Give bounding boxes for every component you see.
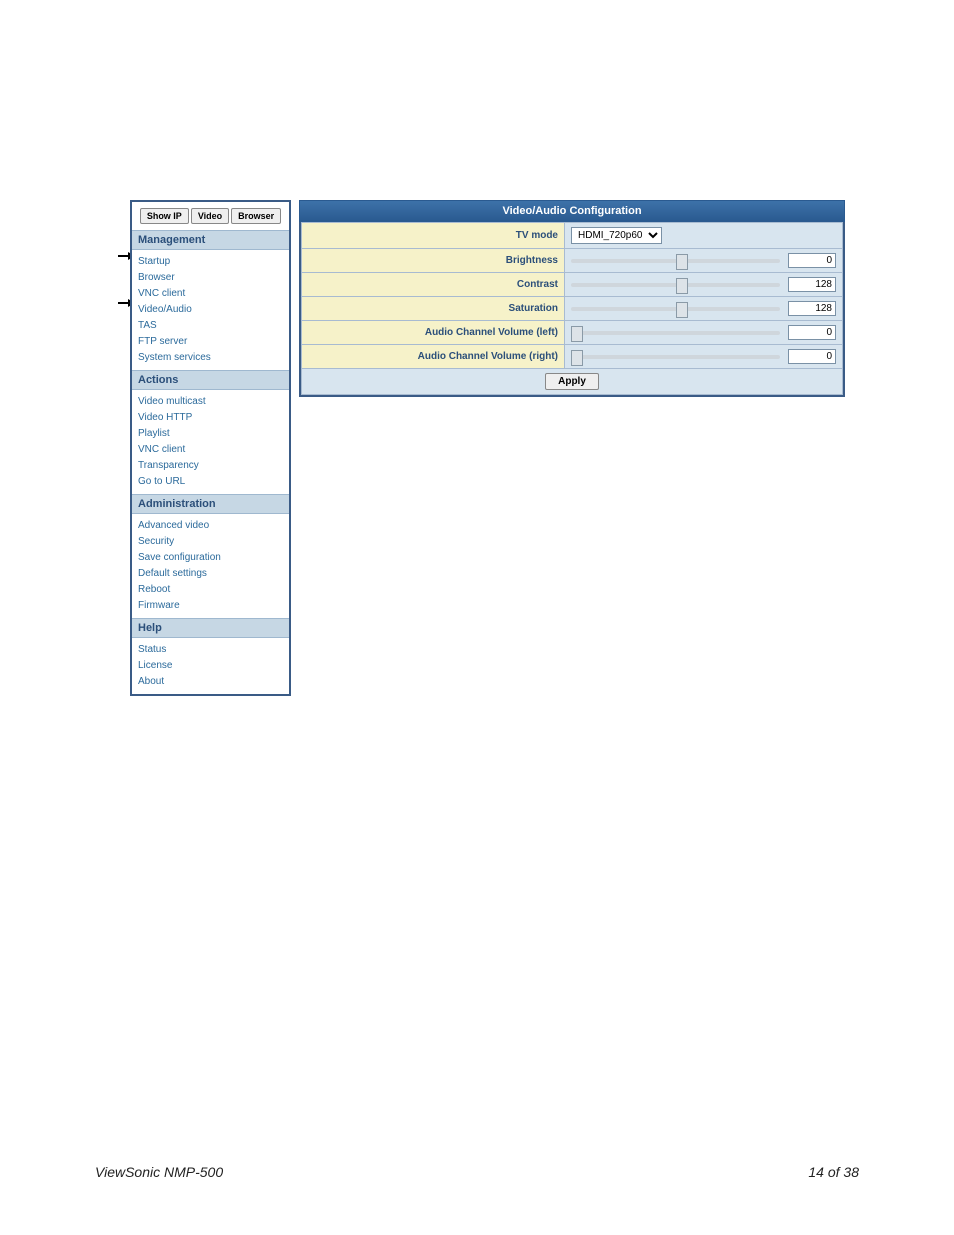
footer-product: ViewSonic NMP-500	[95, 1164, 223, 1180]
link-status[interactable]: Status	[138, 642, 283, 658]
link-transparency[interactable]: Transparency	[138, 458, 283, 474]
help-links: Status License About	[132, 638, 289, 694]
saturation-label: Saturation	[302, 297, 565, 321]
link-vnc-client-action[interactable]: VNC client	[138, 442, 283, 458]
saturation-thumb[interactable]	[676, 302, 688, 318]
audio-left-input[interactable]	[788, 325, 836, 340]
link-system-services[interactable]: System services	[138, 350, 283, 366]
link-video-http[interactable]: Video HTTP	[138, 410, 283, 426]
link-vnc-client[interactable]: VNC client	[138, 286, 283, 302]
panel-title: Video/Audio Configuration	[299, 200, 845, 222]
saturation-slider[interactable]	[571, 307, 780, 311]
link-security[interactable]: Security	[138, 534, 283, 550]
administration-links: Advanced video Security Save configurati…	[132, 514, 289, 618]
browser-button[interactable]: Browser	[231, 208, 281, 224]
brightness-label: Brightness	[302, 249, 565, 273]
link-firmware[interactable]: Firmware	[138, 598, 283, 614]
section-actions: Actions	[132, 370, 289, 390]
link-browser[interactable]: Browser	[138, 270, 283, 286]
page-footer: ViewSonic NMP-500 14 of 38	[95, 1164, 859, 1180]
video-button[interactable]: Video	[191, 208, 229, 224]
sidebar-top-buttons: Show IP Video Browser	[132, 202, 289, 230]
link-playlist[interactable]: Playlist	[138, 426, 283, 442]
audio-right-thumb[interactable]	[571, 350, 583, 366]
show-ip-button[interactable]: Show IP	[140, 208, 189, 224]
content-panel: Video/Audio Configuration TV mode HDMI_7…	[299, 200, 845, 397]
actions-links: Video multicast Video HTTP Playlist VNC …	[132, 390, 289, 494]
link-save-configuration[interactable]: Save configuration	[138, 550, 283, 566]
link-tas[interactable]: TAS	[138, 318, 283, 334]
management-links: Startup Browser VNC client Video/Audio T…	[132, 250, 289, 370]
brightness-slider[interactable]	[571, 259, 780, 263]
link-goto-url[interactable]: Go to URL	[138, 474, 283, 490]
section-administration: Administration	[132, 494, 289, 514]
apply-button[interactable]: Apply	[545, 373, 599, 390]
link-ftp-server[interactable]: FTP server	[138, 334, 283, 350]
audio-right-slider[interactable]	[571, 355, 780, 359]
saturation-input[interactable]	[788, 301, 836, 316]
contrast-label: Contrast	[302, 273, 565, 297]
contrast-input[interactable]	[788, 277, 836, 292]
link-video-multicast[interactable]: Video multicast	[138, 394, 283, 410]
admin-ui-screenshot: Show IP Video Browser Management Startup…	[130, 200, 845, 696]
sidebar: Show IP Video Browser Management Startup…	[130, 200, 291, 696]
contrast-thumb[interactable]	[676, 278, 688, 294]
link-advanced-video[interactable]: Advanced video	[138, 518, 283, 534]
link-reboot[interactable]: Reboot	[138, 582, 283, 598]
section-management: Management	[132, 230, 289, 250]
tvmode-label: TV mode	[302, 223, 565, 249]
footer-page: 14 of 38	[808, 1164, 859, 1180]
audio-right-input[interactable]	[788, 349, 836, 364]
audio-left-slider[interactable]	[571, 331, 780, 335]
brightness-input[interactable]	[788, 253, 836, 268]
brightness-thumb[interactable]	[676, 254, 688, 270]
audio-left-label: Audio Channel Volume (left)	[302, 321, 565, 345]
link-startup[interactable]: Startup	[138, 254, 283, 270]
link-video-audio[interactable]: Video/Audio	[138, 302, 283, 318]
link-license[interactable]: License	[138, 658, 283, 674]
audio-right-label: Audio Channel Volume (right)	[302, 345, 565, 369]
link-about[interactable]: About	[138, 674, 283, 690]
tvmode-select[interactable]: HDMI_720p60	[571, 227, 662, 244]
audio-left-thumb[interactable]	[571, 326, 583, 342]
contrast-slider[interactable]	[571, 283, 780, 287]
link-default-settings[interactable]: Default settings	[138, 566, 283, 582]
section-help: Help	[132, 618, 289, 638]
